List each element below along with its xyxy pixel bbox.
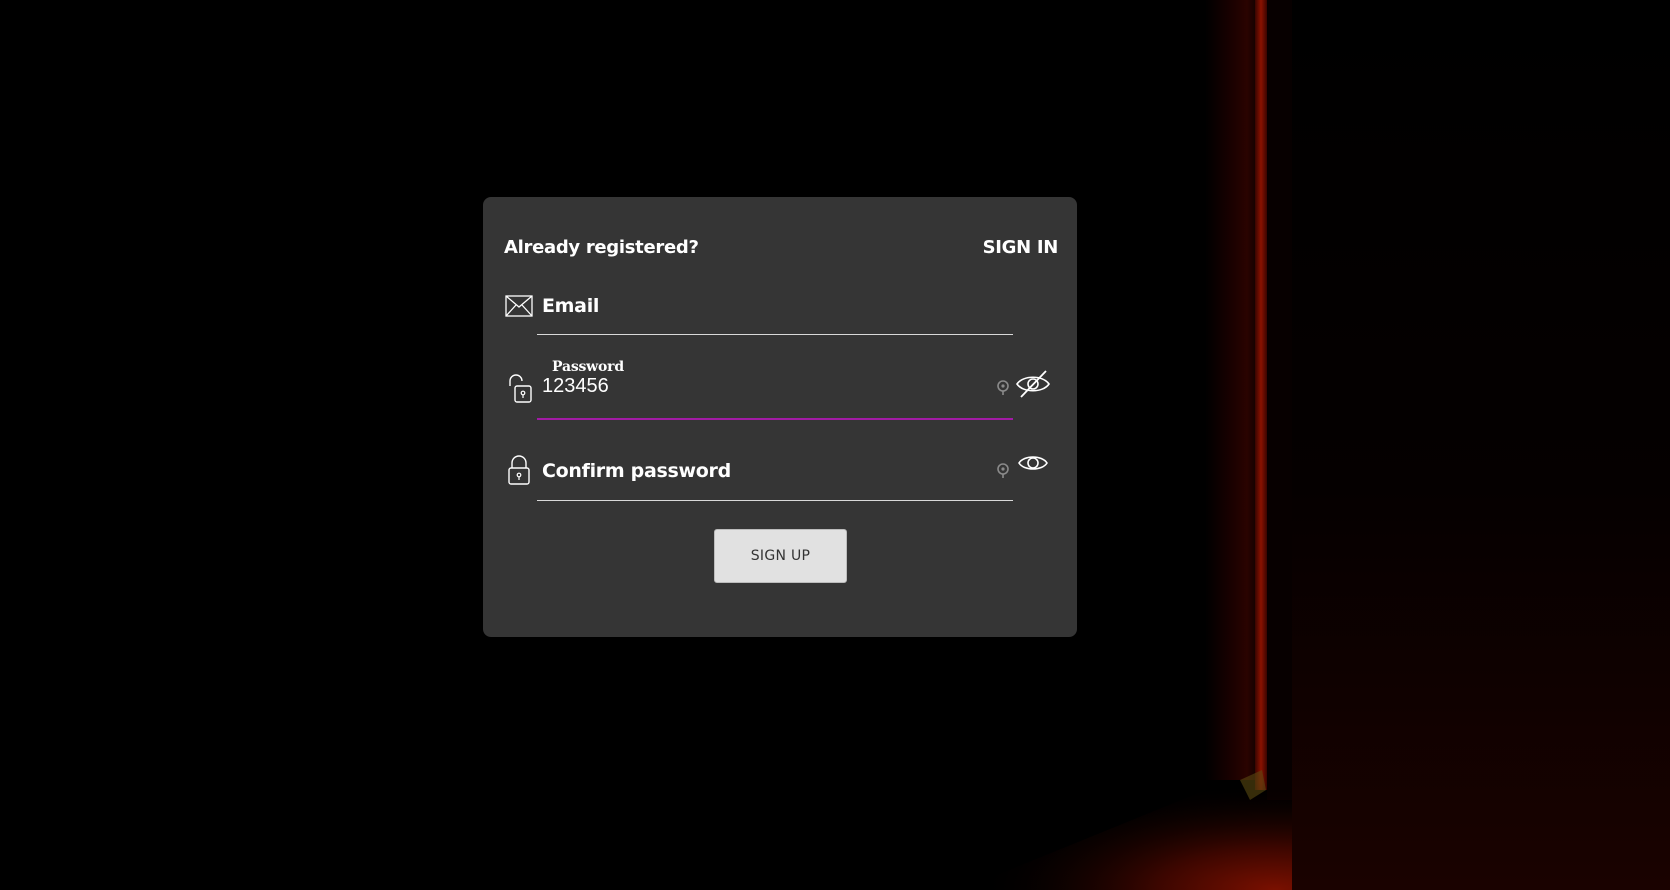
password-label: Password <box>552 359 624 375</box>
password-input[interactable]: 123456 <box>542 375 609 398</box>
password-underline <box>537 418 1013 420</box>
lock-icon <box>504 454 534 486</box>
confirm-password-placeholder: Confirm password <box>542 460 731 482</box>
page: Already registered? SIGN IN Email Passwo… <box>0 0 1670 890</box>
email-underline <box>537 334 1013 335</box>
signup-card: Already registered? SIGN IN Email Passwo… <box>483 197 1077 637</box>
sign-up-button[interactable]: SIGN UP <box>714 529 847 583</box>
eye-off-icon[interactable] <box>1013 367 1053 401</box>
eye-icon[interactable] <box>1013 446 1053 480</box>
confirm-password-underline <box>537 500 1013 501</box>
key-icon[interactable] <box>996 380 1010 396</box>
email-placeholder: Email <box>542 295 600 317</box>
key-icon[interactable] <box>996 463 1010 479</box>
envelope-icon <box>504 290 534 322</box>
unlock-icon <box>504 372 534 404</box>
already-registered-text: Already registered? <box>504 237 699 258</box>
sign-in-link[interactable]: SIGN IN <box>983 237 1059 258</box>
